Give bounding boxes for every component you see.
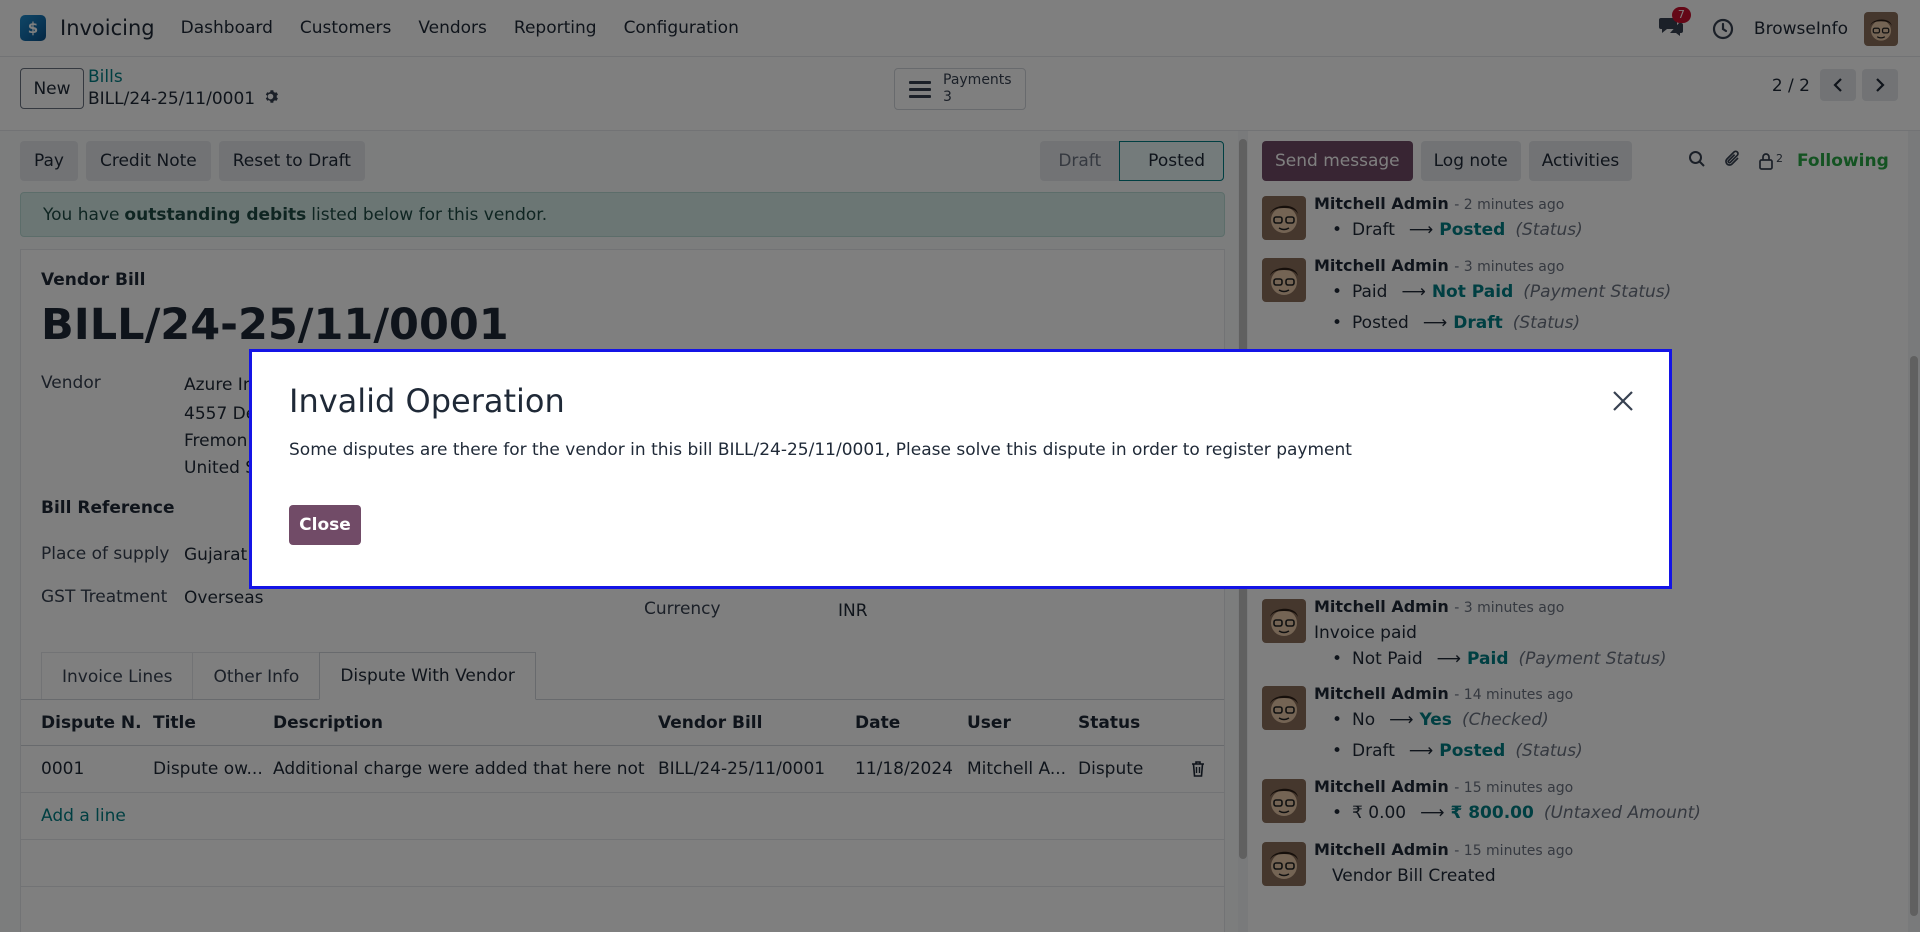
close-button[interactable]: Close: [289, 505, 361, 545]
invalid-operation-dialog: Invalid Operation Some disputes are ther…: [249, 349, 1672, 589]
dialog-message: Some disputes are there for the vendor i…: [289, 440, 1352, 460]
close-icon[interactable]: [1612, 390, 1638, 416]
dialog-title: Invalid Operation: [289, 382, 565, 420]
